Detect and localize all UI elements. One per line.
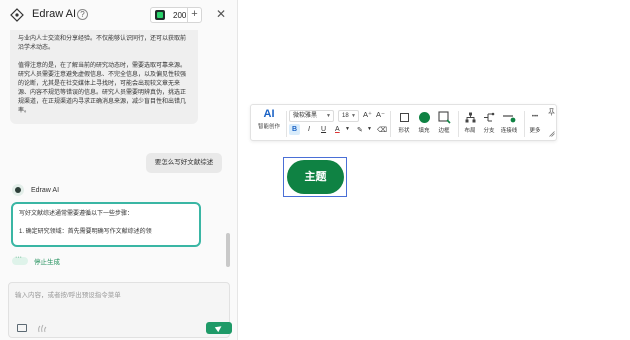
layout-label: 布局 xyxy=(464,128,476,134)
image-icon[interactable] xyxy=(17,324,27,332)
voice-icon[interactable] xyxy=(37,323,47,333)
gem-icon xyxy=(155,10,165,20)
layout-icon xyxy=(465,112,475,122)
previous-ai-message: 与业内人士交流和分享经验。不仅能够认识同行，还可以获取前沿学术动态。 值得注意的… xyxy=(10,30,198,124)
previous-paragraph: 值得注意的是，在了解当前的研究动态时，需要选取可靠来源。研究人员需要注意避免虚假… xyxy=(18,63,187,114)
user-message: 要怎么写好文献综述 xyxy=(146,153,222,173)
square-icon xyxy=(399,112,409,122)
chevron-down-icon: ▼ xyxy=(351,113,356,119)
ai-response-line: 写好文献综述通常需要遵循以下一些步骤： xyxy=(19,211,134,217)
border-icon xyxy=(437,110,451,124)
ai-name: Edraw AI xyxy=(31,186,60,194)
app-title: Edraw AI xyxy=(32,8,77,20)
connector-button[interactable]: 连接线 xyxy=(498,110,520,134)
divider xyxy=(286,111,287,137)
shape-button[interactable]: 形状 xyxy=(394,110,414,134)
ai-response-bubble: 写好文献综述通常需要遵循以下一些步骤： 1. 确定研究领域：首先需要明确写作文献… xyxy=(11,202,201,247)
panel-header: Edraw AI ? 200 + ✕ xyxy=(0,0,238,30)
stop-generating-button[interactable]: 停止生成 xyxy=(12,254,60,266)
branch-icon xyxy=(484,112,495,121)
pin-icon[interactable] xyxy=(548,108,555,118)
font-color-button[interactable]: A xyxy=(335,126,340,133)
fill-circle-icon xyxy=(418,111,430,123)
highlight-button[interactable]: ✎ xyxy=(357,126,363,134)
chevron-down-icon: ▼ xyxy=(326,113,331,119)
ai-response-line: 1. 确定研究领域：首先需要明确写作文献综述的领 xyxy=(19,229,152,235)
more-button[interactable]: ••• 更多 xyxy=(527,110,543,134)
shape-label: 形状 xyxy=(398,128,410,134)
underline-button[interactable]: U xyxy=(321,126,326,133)
divider xyxy=(524,111,525,137)
border-button[interactable]: 边框 xyxy=(434,110,454,134)
stop-label: 停止生成 xyxy=(34,259,60,266)
more-icon: ••• xyxy=(531,114,539,120)
chat-input-box xyxy=(8,282,232,338)
clear-format-button[interactable]: ⌫ xyxy=(377,126,387,134)
bold-button[interactable]: B xyxy=(289,124,300,135)
divider xyxy=(458,111,459,137)
connector-icon xyxy=(503,114,516,122)
branch-label: 分支 xyxy=(483,128,495,134)
font-family-value: 微软雅黑 xyxy=(293,113,318,119)
layout-button[interactable]: 布局 xyxy=(461,110,479,134)
stop-icon xyxy=(12,254,28,265)
fill-label: 填充 xyxy=(418,128,430,134)
connector-label: 连接线 xyxy=(500,128,518,134)
ai-side-panel: Edraw AI ? 200 + ✕ 与业内人士交流和分享经验。不仅能够认识同行… xyxy=(0,0,238,340)
divider xyxy=(390,111,391,137)
font-family-select[interactable]: 微软雅黑 ▼ xyxy=(289,110,334,122)
ai-caption: 智能创作 xyxy=(257,124,280,130)
diamond-logo-icon xyxy=(10,8,24,22)
chat-input[interactable] xyxy=(15,289,220,307)
floating-format-toolbar: AI 智能创作 微软雅黑 ▼ 18 ▼ A⁺ A⁻ B I U A ▼ ✎ ▼ … xyxy=(250,104,557,141)
increase-font-button[interactable]: A⁺ xyxy=(363,110,372,119)
credits-value: 200 xyxy=(173,10,187,20)
more-label: 更多 xyxy=(529,128,541,134)
chevron-down-icon[interactable]: ▼ xyxy=(345,126,350,132)
border-label: 边框 xyxy=(438,128,450,134)
chevron-down-icon[interactable]: ▼ xyxy=(367,126,372,132)
ai-create-button[interactable]: AI 智能创作 xyxy=(256,108,282,130)
italic-button[interactable]: I xyxy=(308,126,310,133)
main-topic-node[interactable]: 主题 xyxy=(287,160,344,194)
ai-avatar-icon xyxy=(12,184,24,196)
close-icon[interactable]: ✕ xyxy=(216,7,226,21)
collapse-icon[interactable] xyxy=(549,131,555,139)
previous-paragraph: 与业内人士交流和分享经验。不仅能够认识同行，还可以获取前沿学术动态。 xyxy=(18,36,187,51)
ai-message-header: Edraw AI xyxy=(12,184,59,196)
font-size-value: 18 xyxy=(342,113,349,119)
credits-counter[interactable]: 200 + xyxy=(150,7,202,23)
send-button[interactable] xyxy=(206,322,232,334)
decrease-font-button[interactable]: A⁻ xyxy=(376,110,385,119)
ai-label: AI xyxy=(263,108,275,120)
font-size-select[interactable]: 18 ▼ xyxy=(338,110,359,122)
help-icon[interactable]: ? xyxy=(77,9,88,20)
add-credits-button[interactable]: + xyxy=(187,8,201,22)
branch-button[interactable]: 分支 xyxy=(480,110,498,134)
scrollbar-thumb[interactable] xyxy=(226,233,230,267)
fill-button[interactable]: 填充 xyxy=(415,110,433,134)
